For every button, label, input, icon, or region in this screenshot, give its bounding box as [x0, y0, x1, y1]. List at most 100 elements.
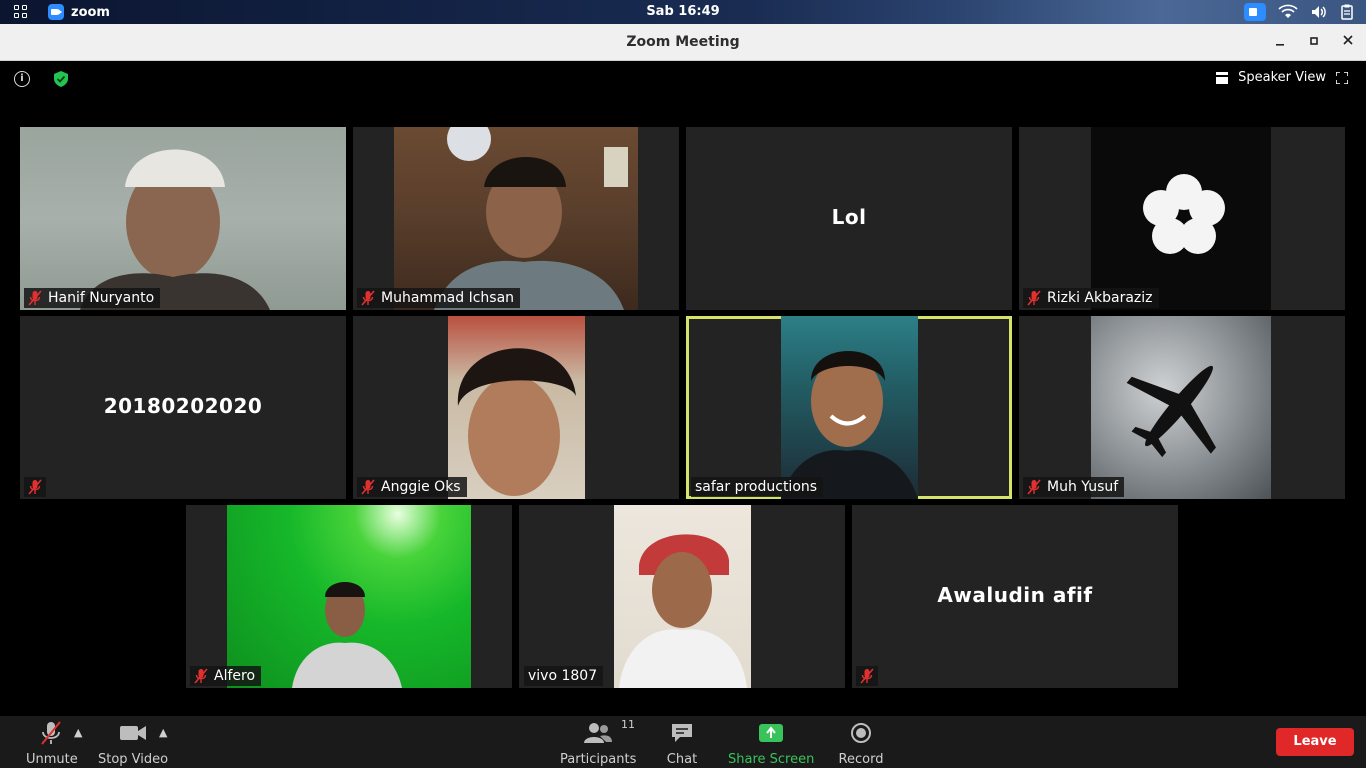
window-title-bar: Zoom Meeting [0, 24, 1366, 61]
participant-name: Anggie Oks [381, 479, 461, 495]
active-app-indicator[interactable]: zoom [48, 4, 110, 20]
video-options-caret-icon[interactable]: ▲ [159, 726, 167, 739]
participant-display-name: Awaludin afif [937, 583, 1093, 607]
muted-mic-icon [860, 668, 874, 684]
record-label: Record [838, 752, 884, 767]
participant-video [614, 505, 751, 688]
system-clock: Sab 16:49 [646, 4, 720, 19]
app-grid-icon[interactable] [14, 5, 28, 19]
muted-mic-icon [28, 479, 42, 495]
share-screen-button[interactable]: Share Screen [728, 720, 814, 767]
encryption-shield-icon[interactable] [54, 71, 68, 87]
participants-count-badge: 11 [621, 718, 635, 731]
record-icon [851, 723, 871, 743]
clipboard-icon[interactable] [1340, 4, 1354, 20]
participant-name: Alfero [214, 668, 256, 684]
participant-name-tag: Hanif Nuryanto [24, 288, 161, 308]
muted-mic-icon [28, 290, 42, 306]
participant-name-tag: Anggie Oks [357, 477, 467, 497]
video-frame-person [619, 534, 747, 688]
participant-name-tag: vivo 1807 [524, 666, 604, 686]
participant-name-tag: safar productions [691, 477, 824, 497]
volume-icon[interactable] [1310, 4, 1328, 20]
system-top-bar: zoom Sab 16:49 [0, 0, 1366, 24]
participant-tile[interactable]: vivo 1807 [519, 505, 845, 688]
maximize-icon [1310, 37, 1318, 45]
close-icon [1343, 35, 1353, 45]
participant-tile[interactable]: Muhammad Ichsan [353, 127, 679, 310]
fullscreen-icon[interactable] [1336, 71, 1348, 84]
participant-tile[interactable]: Hanif Nuryanto [20, 127, 346, 310]
meeting-controls-toolbar: Unmute ▲ Stop Video ▲ Participants 11 Ch… [0, 716, 1366, 768]
participant-name: Muh Yusuf [1047, 479, 1119, 495]
unmute-button[interactable]: Unmute [26, 720, 78, 767]
muted-mic-icon [361, 479, 375, 495]
video-frame-person [781, 351, 918, 499]
close-button[interactable] [1338, 32, 1358, 52]
zoom-logo-icon [48, 4, 64, 20]
participant-tile[interactable]: Muh Yusuf [1019, 316, 1345, 499]
participant-tile[interactable]: Lol [686, 127, 1012, 310]
participant-video [227, 505, 471, 688]
share-screen-label: Share Screen [728, 752, 815, 767]
chat-button[interactable]: Chat [662, 720, 702, 767]
participant-name-tag: Alfero [190, 666, 262, 686]
zoom-tray-icon[interactable] [1244, 3, 1266, 21]
participant-tile[interactable]: Alfero [186, 505, 512, 688]
participants-icon [584, 723, 612, 743]
participant-name: Muhammad Ichsan [381, 290, 515, 306]
participant-name-tag [856, 666, 878, 686]
speaker-view-toggle[interactable]: Speaker View [1216, 70, 1348, 85]
video-camera-icon [120, 726, 146, 740]
stop-video-button[interactable]: Stop Video [98, 720, 168, 767]
leave-meeting-button[interactable]: Leave [1276, 728, 1354, 756]
chat-label: Chat [666, 752, 698, 767]
participant-tile[interactable]: Awaludin afif [852, 505, 1178, 688]
minimize-icon [1276, 44, 1284, 46]
share-screen-icon [759, 724, 783, 742]
maximize-button[interactable] [1304, 32, 1324, 52]
participant-video [20, 127, 346, 310]
participant-tile[interactable]: 20180202020 [20, 316, 346, 499]
video-frame-person [80, 149, 270, 310]
active-app-name: zoom [71, 4, 110, 20]
muted-mic-icon [1027, 479, 1041, 495]
participant-display-name: Lol [831, 205, 867, 229]
gallery-grid-icon [1216, 71, 1229, 84]
participant-video [1091, 127, 1271, 310]
muted-mic-icon [194, 668, 208, 684]
participant-video [448, 316, 585, 499]
participant-name-tag [24, 477, 46, 497]
participants-label: Participants [560, 752, 637, 767]
info-icon[interactable]: i [14, 71, 30, 87]
muted-mic-icon [361, 290, 375, 306]
system-tray [1244, 3, 1354, 21]
participant-video [781, 316, 918, 499]
airplane-avatar-icon [1126, 365, 1216, 458]
participant-tile[interactable]: Rizki Akbaraziz [1019, 127, 1345, 310]
record-button[interactable]: Record [838, 720, 884, 767]
minimize-button[interactable] [1270, 32, 1290, 52]
participant-tile[interactable]: Anggie Oks [353, 316, 679, 499]
flower-avatar-icon [1143, 174, 1225, 254]
window-title: Zoom Meeting [626, 34, 740, 50]
muted-mic-icon [41, 721, 61, 745]
participant-video [1091, 316, 1271, 499]
participant-name-tag: Muhammad Ichsan [357, 288, 521, 308]
participant-tile-active-speaker[interactable]: safar productions [686, 316, 1012, 499]
meeting-area: i Speaker View Hanif Nuryanto Muhammad I… [0, 61, 1366, 716]
participant-name: vivo 1807 [528, 668, 598, 684]
participant-video [394, 127, 638, 310]
video-frame-person [292, 582, 402, 688]
video-frame-person [457, 348, 576, 496]
stop-video-label: Stop Video [98, 752, 169, 767]
muted-mic-icon [1027, 290, 1041, 306]
unmute-label: Unmute [26, 752, 78, 767]
wifi-icon[interactable] [1278, 4, 1298, 20]
video-frame-person [434, 127, 628, 310]
audio-options-caret-icon[interactable]: ▲ [74, 726, 82, 739]
participant-display-name: 20180202020 [103, 394, 263, 418]
participant-name: Rizki Akbaraziz [1047, 290, 1153, 306]
speaker-view-label: Speaker View [1238, 70, 1326, 85]
participant-name-tag: Rizki Akbaraziz [1023, 288, 1159, 308]
